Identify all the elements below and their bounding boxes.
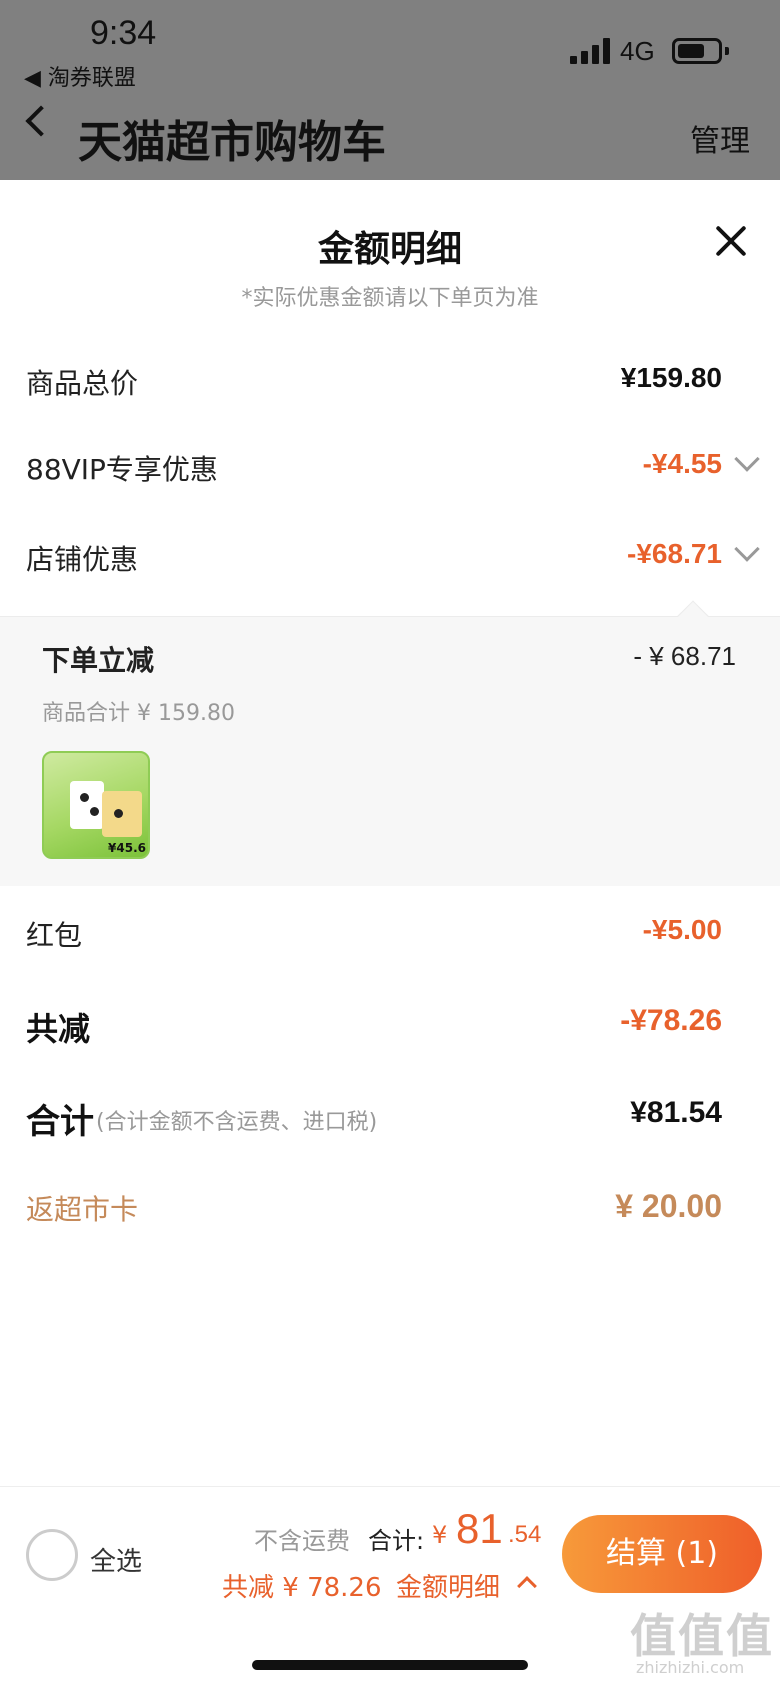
battery-icon xyxy=(672,38,722,64)
row-vip-discount[interactable]: 88VIP专享优惠 -¥4.55 xyxy=(0,436,780,496)
row-label: 商品总价 xyxy=(26,367,139,400)
total-reduce-summary: 共减 ¥ 78.26 xyxy=(222,1573,382,1603)
product-thumbnail[interactable]: ¥45.6 xyxy=(42,751,150,859)
manage-button[interactable]: 管理 xyxy=(690,116,750,160)
row-red-packet: 红包 -¥5.00 xyxy=(0,902,780,962)
thumb-price: ¥45.6 xyxy=(108,841,146,855)
status-time: 9:34 xyxy=(90,14,157,52)
network-type: 4G xyxy=(620,36,655,66)
row-value: -¥5.00 xyxy=(642,914,722,945)
excl-shipping-label: 不含运费 xyxy=(254,1527,350,1555)
select-all-label[interactable]: 全选 xyxy=(90,1541,142,1578)
battery-tip xyxy=(725,47,729,55)
sheet-subtitle: *实际优惠金额请以下单页为准 xyxy=(241,286,539,311)
detail-subtotal: 商品合计 ¥ 159.80 xyxy=(42,701,235,726)
detail-title: 下单立减 xyxy=(42,644,155,677)
back-icon[interactable] xyxy=(25,105,57,137)
row-shop-discount[interactable]: 店铺优惠 -¥68.71 xyxy=(0,526,780,586)
row-value: ¥159.80 xyxy=(620,362,722,393)
row-label: 红包 xyxy=(26,919,83,952)
sum-decimal: .54 xyxy=(508,1521,542,1548)
signal-icon xyxy=(570,38,612,64)
chevron-down-icon[interactable] xyxy=(734,446,760,472)
row-label: 店铺优惠 xyxy=(26,543,139,576)
row-label: 88VIP专享优惠 xyxy=(26,453,218,486)
row-label: 共减 xyxy=(26,1010,91,1048)
sum-integer: 81 xyxy=(456,1505,503,1552)
chevron-down-icon[interactable] xyxy=(734,536,760,562)
detail-notch xyxy=(677,600,709,632)
page-title: 天猫超市购物车 xyxy=(78,117,386,168)
sum-currency: ¥ xyxy=(432,1521,448,1549)
row-total: 合计 (合计金额不含运费、进口税) ¥81.54 xyxy=(0,1084,780,1144)
row-value: ¥81.54 xyxy=(630,1096,722,1129)
amount-detail-sheet: 金额明细 *实际优惠金额请以下单页为准 商品总价 ¥159.80 88VIP专享… xyxy=(0,180,780,1688)
back-to-app-link[interactable]: ◀ 淘券联盟 xyxy=(24,60,136,92)
row-value: -¥78.26 xyxy=(620,1004,722,1037)
row-return-card: 返超市卡 ¥ 20.00 xyxy=(0,1176,780,1236)
shop-discount-detail: 下单立减 - ¥ 68.71 商品合计 ¥ 159.80 ¥45.6 xyxy=(0,600,780,886)
row-label: 返超市卡 xyxy=(26,1193,139,1226)
sum-label: 合计: xyxy=(368,1527,425,1555)
status-bar: 9:34 ◀ 淘券联盟 4G 天猫超市购物车 管理 xyxy=(0,0,780,180)
sheet-title: 金额明细 xyxy=(317,229,462,270)
detail-value: - ¥ 68.71 xyxy=(633,641,736,671)
watermark-url: zhizhizhi.com xyxy=(636,1658,745,1677)
row-note: (合计金额不含运费、进口税) xyxy=(96,1110,378,1135)
row-value: ¥ 20.00 xyxy=(615,1188,722,1224)
row-total-reduce: 共减 -¥78.26 xyxy=(0,992,780,1052)
amount-detail-link[interactable]: 金额明细 xyxy=(396,1567,500,1604)
close-icon[interactable] xyxy=(714,224,748,258)
checkout-button[interactable]: 结算 (1) xyxy=(562,1515,762,1593)
row-value: -¥68.71 xyxy=(627,538,722,569)
chevron-up-icon[interactable] xyxy=(517,1576,537,1596)
select-all-radio[interactable] xyxy=(26,1529,78,1581)
row-value: -¥4.55 xyxy=(642,448,722,479)
watermark-logo: 值值值 xyxy=(630,1609,774,1663)
home-indicator[interactable] xyxy=(252,1660,528,1670)
row-goods-total: 商品总价 ¥159.80 xyxy=(0,350,780,410)
row-label: 合计 xyxy=(26,1102,94,1142)
